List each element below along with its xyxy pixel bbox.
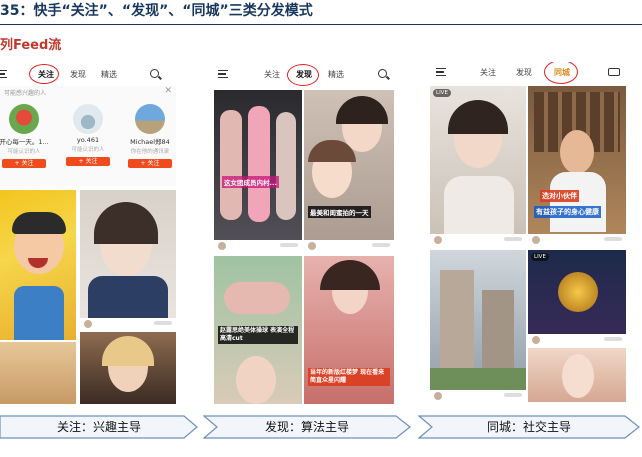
- highlight-circle: [29, 64, 59, 84]
- tab-featured[interactable]: 精选: [328, 69, 344, 80]
- hair: [320, 260, 380, 290]
- user-card[interactable]: Michael郑84 你在他的通讯录 + 关注: [124, 100, 176, 180]
- video-caption: 有益孩子的身心健康: [534, 206, 601, 218]
- topbar: 关注 发现 精选: [0, 64, 176, 86]
- follow-button[interactable]: + 关注: [128, 159, 172, 168]
- figure-title: 35：快手“关注”、“发现”、“同城”三类分发模式: [0, 3, 313, 19]
- title-rule: [0, 24, 642, 25]
- rec-header: 可能感兴趣的人: [4, 90, 47, 97]
- label-text: 发现：算法主导: [264, 420, 349, 434]
- video-tile[interactable]: [0, 342, 76, 404]
- video-tile[interactable]: [0, 190, 76, 340]
- phone-follow: 关注 发现 精选 可能感兴趣的人 ✕ 开心每一天。1... 可能认识的人 + 关…: [0, 64, 176, 404]
- video-caption: 赵露思绝美体操球 表演全程高清cut: [218, 326, 298, 344]
- highlight-circle: [544, 62, 578, 84]
- tab-discover[interactable]: 发现: [70, 69, 86, 80]
- topbar: 关注 发现 同城: [428, 62, 628, 84]
- shirt: [14, 286, 64, 340]
- hair: [102, 336, 154, 366]
- video-tile[interactable]: [430, 250, 526, 402]
- video-tile[interactable]: [528, 348, 626, 402]
- user-name: yo.461: [76, 136, 100, 144]
- video-tile[interactable]: 最美和闺蜜拍的一天: [304, 90, 394, 252]
- face: [236, 356, 276, 404]
- tile-footer: [430, 390, 526, 402]
- building: [440, 270, 474, 370]
- tile-footer: [214, 240, 302, 252]
- search-icon[interactable]: [378, 69, 387, 78]
- topbar: 关注 发现 精选: [212, 64, 396, 86]
- hair: [448, 100, 508, 134]
- video-tile[interactable]: LIVE: [430, 86, 526, 246]
- avatar: [9, 104, 39, 134]
- tile-footer: [430, 234, 526, 246]
- camera-icon[interactable]: [608, 68, 620, 76]
- video-caption: 选对小伙伴: [540, 190, 579, 202]
- game-emblem: [558, 272, 598, 312]
- close-icon[interactable]: ✕: [164, 86, 172, 96]
- video-tile[interactable]: LIVE: [528, 250, 626, 346]
- video-tile[interactable]: 当年的新版红楼梦 现在看来简直众星闪耀: [304, 256, 394, 404]
- feed-label: 列Feed流: [0, 38, 62, 53]
- video-caption: 这女团成员内村...: [222, 176, 279, 188]
- menu-icon[interactable]: [218, 70, 228, 78]
- hair: [336, 96, 388, 124]
- person: [220, 110, 242, 220]
- shirt: [444, 176, 514, 234]
- user-name: 开心每一天。1...: [0, 138, 49, 146]
- tab-follow[interactable]: 关注: [264, 69, 280, 80]
- tile-footer: [304, 240, 394, 252]
- shirt: [550, 172, 606, 232]
- video-caption: 最美和闺蜜拍的一天: [308, 206, 371, 218]
- user-card[interactable]: yo.461 可能认识的人 + 关注: [62, 100, 114, 180]
- video-tile[interactable]: 赵露思绝美体操球 表演全程高清cut: [214, 256, 302, 404]
- avatar: [135, 104, 165, 134]
- person: [248, 106, 270, 222]
- chevron-label-discover: 发现：算法主导: [203, 415, 411, 439]
- user-card[interactable]: 开心每一天。1... 可能认识的人 + 关注: [0, 100, 50, 180]
- phone-discover: 关注 发现 精选 这女团成员内村... 最美和闺蜜拍的一天 赵露思绝美体操球 表…: [212, 64, 396, 404]
- face: [562, 354, 594, 398]
- search-icon[interactable]: [150, 69, 159, 78]
- user-sub: 你在他的通讯录: [130, 149, 170, 155]
- label-text: 同城：社交主导: [486, 420, 571, 434]
- follow-button[interactable]: + 关注: [2, 159, 46, 168]
- video-tile[interactable]: [80, 190, 176, 330]
- video-tile[interactable]: 选对小伙伴 有益孩子的身心健康: [528, 86, 626, 246]
- user-sub: 可能认识的人: [7, 149, 41, 155]
- live-badge: LIVE: [531, 253, 549, 261]
- gymnast: [224, 282, 290, 314]
- tile-footer: [80, 318, 176, 330]
- highlight-circle: [287, 64, 319, 86]
- avatar: [73, 104, 103, 134]
- menu-icon[interactable]: [0, 70, 7, 78]
- tab-follow[interactable]: 关注: [480, 67, 496, 78]
- user-name: Michael郑84: [130, 138, 170, 146]
- label-text: 关注：兴趣主导: [56, 420, 141, 434]
- recommend-panel: 可能感兴趣的人 ✕ 开心每一天。1... 可能认识的人 + 关注 yo.461 …: [0, 86, 176, 186]
- building: [482, 290, 514, 370]
- tab-featured[interactable]: 精选: [101, 69, 117, 80]
- live-badge: LIVE: [433, 89, 451, 97]
- tab-discover[interactable]: 发现: [516, 67, 532, 78]
- face: [560, 130, 594, 174]
- tile-footer: [528, 234, 626, 246]
- follow-button[interactable]: + 关注: [66, 157, 110, 166]
- chevron-label-local: 同城：社交主导: [418, 415, 640, 439]
- person: [276, 112, 296, 220]
- hair: [12, 212, 66, 234]
- video-tile[interactable]: 这女团成员内村...: [214, 90, 302, 252]
- phone-local: 关注 发现 同城 LIVE 选对小伙伴 有益孩子的身心健康 LIVE: [428, 62, 628, 402]
- hair: [94, 202, 158, 244]
- video-caption: 当年的新版红楼梦 现在看来简直众星闪耀: [308, 368, 390, 386]
- slide: 35：快手“关注”、“发现”、“同城”三类分发模式 列Feed流 关注 发现 精…: [0, 0, 642, 457]
- chevron-label-follow: 关注：兴趣主导: [0, 415, 198, 439]
- menu-icon[interactable]: [436, 68, 446, 76]
- user-sub: 可能认识的人: [71, 147, 105, 153]
- video-tile[interactable]: [80, 332, 176, 404]
- tile-footer: [528, 334, 626, 346]
